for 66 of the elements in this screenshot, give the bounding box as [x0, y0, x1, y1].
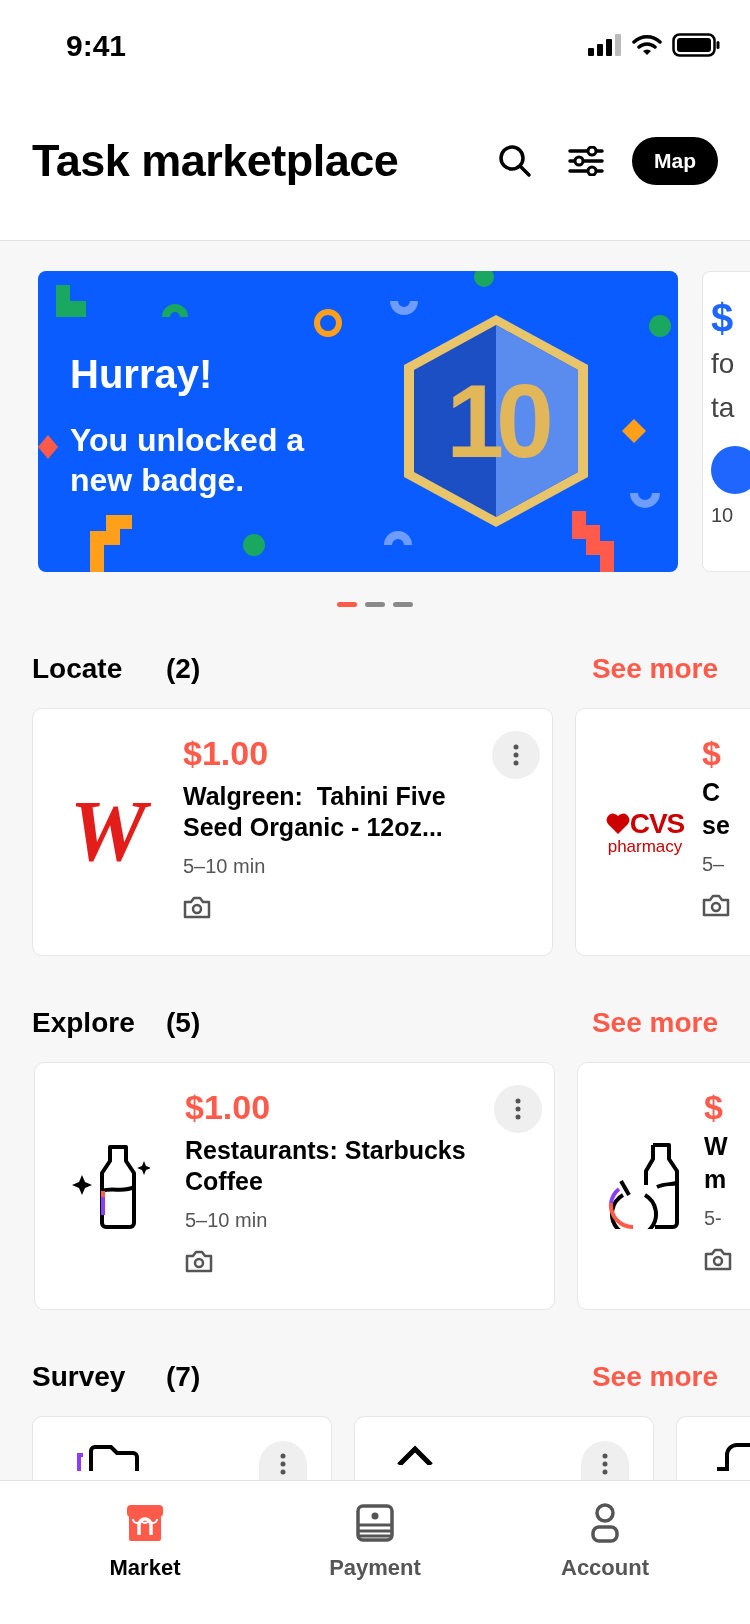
nav-tab[interactable]: Account — [525, 1501, 685, 1584]
task-title: C — [702, 777, 722, 808]
section-title: Explore — [32, 1006, 136, 1040]
task-card[interactable]: CVS pharmacy $ C se 5– — [575, 708, 750, 956]
task-duration: 5–10 min — [183, 854, 267, 879]
task-title: Restaurants: Starbucks Coffee — [185, 1135, 467, 1197]
banner-card[interactable]: Hurray! You unlocked a new badge. 10 — [38, 271, 678, 572]
promo-text: ta — [711, 391, 736, 425]
task-title: m — [704, 1164, 728, 1195]
promo-card[interactable]: $ fo ta 10 — [702, 271, 750, 572]
store-icon[interactable] — [125, 1503, 165, 1543]
more-button[interactable] — [259, 1441, 307, 1480]
nav-tab[interactable]: Market — [65, 1501, 225, 1584]
section-count: (2) — [166, 652, 201, 686]
camera-icon — [183, 895, 211, 919]
promo-text: fo — [711, 347, 736, 381]
battery-icon — [672, 33, 720, 57]
task-card[interactable]: $ W m 5- — [577, 1062, 750, 1310]
camera-icon — [704, 1247, 732, 1271]
task-duration: 5- — [704, 1206, 723, 1231]
section-title: Survey — [32, 1360, 127, 1394]
walgreens-logo: W — [57, 776, 159, 888]
more-icon — [513, 744, 519, 766]
signal-icon — [588, 34, 622, 56]
map-button[interactable]: Map — [632, 137, 718, 185]
task-price: $ — [702, 733, 721, 774]
task-title: se — [702, 810, 731, 841]
promo-amount: $ — [711, 295, 735, 342]
task-title: Walgreen: Tahini Five Seed Organic - 12oz... — [183, 781, 447, 843]
badge-number: 10 — [446, 369, 546, 473]
banner-message: You unlocked a new badge. — [70, 420, 306, 500]
camera-icon — [702, 893, 730, 917]
more-icon — [280, 1453, 286, 1475]
heart-icon — [605, 812, 630, 835]
more-button[interactable] — [581, 1441, 629, 1480]
wifi-icon — [632, 34, 662, 56]
more-button[interactable] — [494, 1085, 542, 1133]
task-duration: 5–10 min — [185, 1208, 269, 1233]
camera-icon — [185, 1249, 213, 1273]
task-price: $ — [704, 1087, 723, 1128]
task-price: $1.00 — [185, 1087, 271, 1128]
wallet-icon[interactable] — [356, 1504, 394, 1542]
task-price: $1.00 — [183, 733, 269, 774]
status-time: 9:41 — [66, 27, 127, 64]
task-card[interactable]: $1.00 Restaurants: Starbucks Coffee 5–10 min — [34, 1062, 555, 1310]
search-icon[interactable] — [498, 144, 532, 178]
logo-text: CVS — [629, 809, 685, 838]
nav-tab[interactable]: Payment — [295, 1501, 455, 1584]
more-icon — [515, 1098, 521, 1120]
page-title: Task marketplace — [32, 134, 399, 189]
promo-footer: 10 — [711, 500, 750, 530]
section-count: (7) — [166, 1360, 201, 1394]
filter-icon[interactable] — [568, 146, 604, 176]
more-icon — [602, 1453, 608, 1475]
task-duration: 5– — [702, 852, 726, 877]
more-button[interactable] — [492, 731, 540, 779]
task-card[interactable]: W $1.00 Walgreen: Tahini Five Seed Organic - 12oz... 5–10 min — [32, 708, 553, 956]
task-title: W — [704, 1131, 729, 1162]
chevron-up-icon — [395, 1443, 435, 1465]
section-count: (5) — [166, 1006, 201, 1040]
person-icon[interactable] — [591, 1503, 619, 1543]
hat-icon — [717, 1443, 750, 1471]
logo-subtext: pharmacy — [607, 837, 683, 855]
survey-card[interactable] — [32, 1416, 332, 1480]
banner-title: Hurray! — [70, 350, 214, 398]
section-title: Locate — [32, 652, 124, 686]
